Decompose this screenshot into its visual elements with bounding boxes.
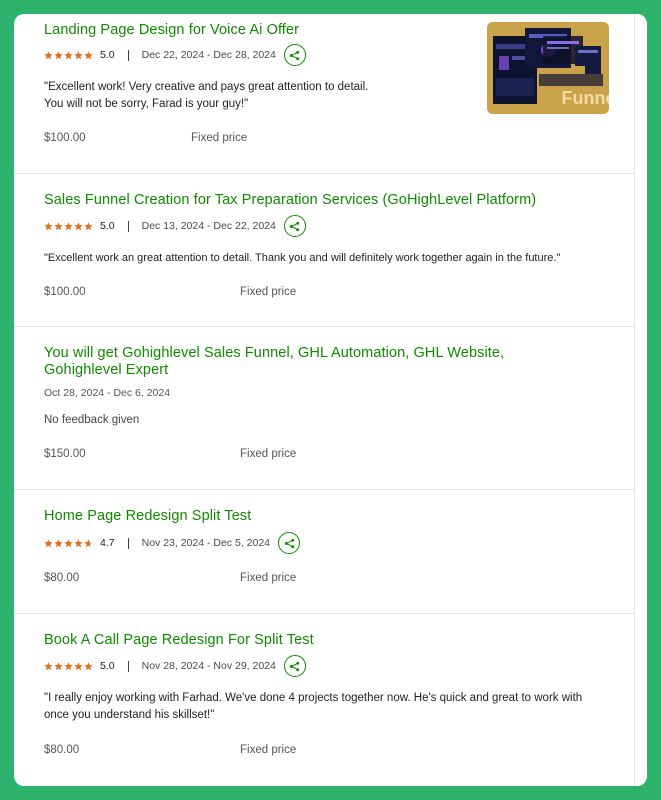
project-thumbnail[interactable]: Funnel — [487, 22, 609, 114]
job-meta: 5.0 Dec 22, 2024 - Dec 28, 2024 — [44, 44, 306, 66]
star-icon — [84, 50, 93, 59]
share-icon — [290, 221, 300, 231]
divider — [127, 537, 129, 549]
job-dates: Dec 22, 2024 - Dec 28, 2024 — [141, 49, 276, 61]
job-dates: Nov 28, 2024 - Nov 29, 2024 — [141, 660, 276, 672]
star-icon — [64, 661, 73, 670]
star-icon — [84, 221, 93, 230]
share-button[interactable] — [283, 44, 306, 66]
job-amount: $80.00 — [44, 572, 80, 584]
share-button[interactable] — [283, 215, 306, 237]
share-button[interactable] — [278, 532, 301, 554]
job-amount: $100.00 — [44, 132, 86, 144]
job-title-link[interactable]: You will get Gohighlevel Sales Funnel, G… — [44, 345, 584, 379]
share-button[interactable] — [283, 655, 306, 677]
rating-value: 5.0 — [100, 220, 115, 232]
price-type: Fixed price — [240, 286, 297, 298]
client-feedback: "Excellent work an great attention to de… — [44, 252, 561, 264]
star-icon — [64, 221, 73, 230]
rating-value: 5.0 — [100, 49, 115, 61]
star-icon — [64, 50, 73, 59]
price-type: Fixed price — [240, 744, 297, 756]
star-icon — [84, 661, 93, 670]
divider — [127, 220, 129, 232]
thumbnail-text: Funnel — [562, 88, 610, 108]
star-icon — [44, 538, 53, 547]
star-icon — [54, 538, 63, 547]
rating-value: 5.0 — [100, 660, 115, 672]
star-rating — [44, 221, 93, 231]
price-type: Fixed price — [240, 572, 297, 584]
star-icon — [74, 538, 83, 547]
job-item: Landing Page Design for Voice Ai Offer 5… — [14, 14, 634, 174]
job-amount: $80.00 — [44, 744, 80, 756]
work-history-panel: Landing Page Design for Voice Ai Offer 5… — [14, 14, 647, 786]
job-title-link[interactable]: Book A Call Page Redesign For Split Test — [44, 632, 314, 649]
job-item: You will get Gohighlevel Sales Funnel, G… — [14, 327, 634, 490]
job-item: Book A Call Page Redesign For Split Test… — [14, 614, 634, 786]
job-dates: Nov 23, 2024 - Dec 5, 2024 — [141, 537, 271, 549]
job-meta: 5.0 Dec 13, 2024 - Dec 22, 2024 — [44, 215, 306, 237]
client-feedback: "Excellent work! Very creative and pays … — [44, 81, 369, 110]
job-meta: 4.7 Nov 23, 2024 - Dec 5, 2024 — [44, 532, 301, 554]
divider — [127, 49, 129, 61]
star-rating — [44, 661, 93, 671]
star-icon — [84, 538, 93, 547]
scrollbar[interactable] — [634, 14, 647, 786]
star-icon — [74, 50, 83, 59]
client-feedback: No feedback given — [44, 414, 140, 426]
job-meta: 5.0 Nov 28, 2024 - Nov 29, 2024 — [44, 655, 306, 677]
star-icon — [54, 661, 63, 670]
job-amount: $150.00 — [44, 448, 86, 460]
job-dates: Dec 13, 2024 - Dec 22, 2024 — [141, 220, 276, 232]
job-title-link[interactable]: Landing Page Design for Voice Ai Offer — [44, 22, 299, 39]
client-feedback: "I really enjoy working with Farhad. We'… — [44, 692, 583, 721]
share-icon — [284, 538, 294, 548]
job-title-link[interactable]: Home Page Redesign Split Test — [44, 508, 251, 525]
job-item: Sales Funnel Creation for Tax Preparatio… — [14, 174, 634, 327]
star-icon — [44, 221, 53, 230]
share-icon — [290, 661, 300, 671]
star-icon — [64, 538, 73, 547]
thumbnail-image: Funnel — [487, 22, 609, 114]
star-rating — [44, 50, 93, 60]
price-type: Fixed price — [240, 448, 297, 460]
job-item: Home Page Redesign Split Test 4.7 Nov 23… — [14, 490, 634, 614]
job-amount: $100.00 — [44, 286, 86, 298]
job-title-link[interactable]: Sales Funnel Creation for Tax Preparatio… — [44, 192, 536, 209]
divider — [127, 660, 129, 672]
star-icon — [54, 50, 63, 59]
star-rating — [44, 538, 93, 548]
star-icon — [74, 221, 83, 230]
star-icon — [44, 661, 53, 670]
price-type: Fixed price — [191, 132, 248, 144]
star-icon — [74, 661, 83, 670]
job-dates: Oct 28, 2024 - Dec 6, 2024 — [44, 387, 171, 399]
share-icon — [290, 50, 300, 60]
rating-value: 4.7 — [100, 537, 115, 549]
star-icon — [54, 221, 63, 230]
star-icon — [44, 50, 53, 59]
